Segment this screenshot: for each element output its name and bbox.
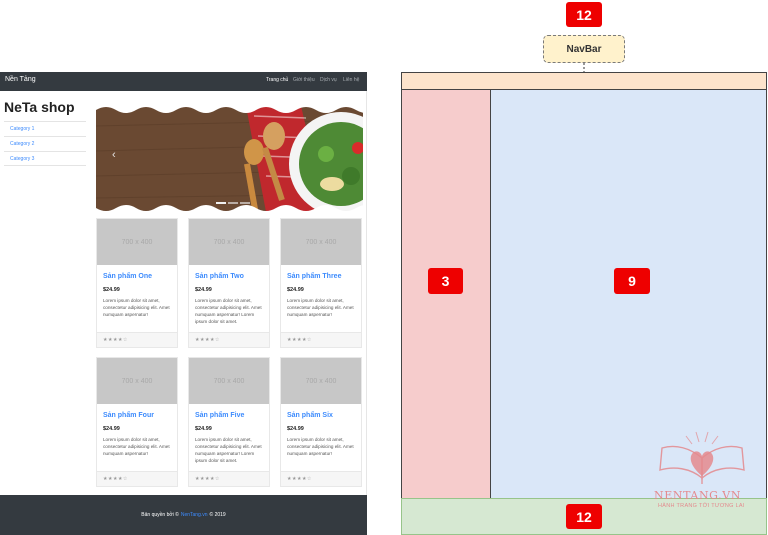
product-image[interactable]: 700 x 400 [97, 219, 177, 265]
product-description: Lorem ipsum dolor sit amet, consectetur … [195, 437, 262, 463]
product-footer: ★★★★☆ [97, 332, 177, 347]
category-item-1[interactable]: Category 1 [4, 121, 86, 136]
product-price: $24.99 [287, 287, 304, 293]
book-heart-icon [659, 431, 745, 484]
product-title[interactable]: Sản phẩm Six [287, 412, 333, 419]
diagram-left-column [401, 90, 491, 499]
rating-stars-icon: ★★★★☆ [287, 337, 312, 343]
product-card: 700 x 400 Sản phẩm Three $24.99 Lorem ip… [280, 218, 362, 348]
rating-stars-icon: ★★★★☆ [195, 337, 220, 343]
rating-stars-icon: ★★★★☆ [195, 476, 220, 482]
carousel-image [96, 106, 363, 212]
product-image[interactable]: 700 x 400 [189, 219, 269, 265]
product-price: $24.99 [195, 287, 212, 293]
nav-link-contact[interactable]: Liên hệ [343, 77, 359, 83]
product-description: Lorem ipsum dolor sit amet, consectetur … [103, 437, 170, 456]
product-description: Lorem ipsum dolor sit amet, consectetur … [103, 298, 170, 317]
product-image[interactable]: 700 x 400 [189, 358, 269, 404]
product-footer: ★★★★☆ [189, 332, 269, 347]
page-footer: Bản quyền bởi © NenTang.vn © 2019 [0, 495, 367, 535]
product-description: Lorem ipsum dolor sit amet, consectetur … [195, 298, 262, 324]
product-title[interactable]: Sản phẩm Two [195, 273, 244, 280]
nav-link-home[interactable]: Trang chủ [266, 77, 288, 83]
product-card: 700 x 400 Sản phẩm Four $24.99 Lorem ips… [96, 357, 178, 487]
product-image[interactable]: 700 x 400 [281, 219, 361, 265]
nav-link-about[interactable]: Giới thiệu [293, 77, 315, 83]
category-item-2[interactable]: Category 2 [4, 136, 86, 151]
footer-link[interactable]: NenTang.vn [181, 512, 208, 518]
product-price: $24.99 [287, 426, 304, 432]
column-count-badge-top: 12 [566, 2, 602, 27]
shop-page-mockup: Nền Tảng Trang chủ Giới thiệu Dịch vụ Li… [0, 72, 367, 535]
product-price: $24.99 [103, 287, 120, 293]
navbar-label: NavBar [543, 35, 625, 63]
product-description: Lorem ipsum dolor sit amet, consectetur … [287, 437, 354, 456]
carousel-indicator[interactable] [240, 202, 250, 204]
product-description: Lorem ipsum dolor sit amet, consectetur … [287, 298, 354, 317]
watermark-name: NENTANG.VN [654, 489, 742, 502]
footer-copyright-prefix: Bản quyền bởi © [141, 512, 179, 518]
product-card: 700 x 400 Sản phẩm Two $24.99 Lorem ipsu… [188, 218, 270, 348]
product-title[interactable]: Sản phẩm One [103, 273, 152, 280]
diagram-navbar-region [401, 72, 767, 90]
product-image[interactable]: 700 x 400 [281, 358, 361, 404]
product-footer: ★★★★☆ [189, 471, 269, 486]
product-image[interactable]: 700 x 400 [97, 358, 177, 404]
navbar-brand[interactable]: Nền Tảng [5, 76, 36, 83]
column-count-badge-footer: 12 [566, 504, 602, 529]
product-footer: ★★★★☆ [97, 471, 177, 486]
product-title[interactable]: Sản phẩm Three [287, 273, 341, 280]
rating-stars-icon: ★★★★☆ [287, 476, 312, 482]
rating-stars-icon: ★★★★☆ [103, 337, 128, 343]
nav-link-services[interactable]: Dịch vụ [320, 77, 337, 83]
product-price: $24.99 [195, 426, 212, 432]
column-count-badge-main: 9 [614, 268, 650, 294]
product-card: 700 x 400 Sản phẩm Five $24.99 Lorem ips… [188, 357, 270, 487]
product-title[interactable]: Sản phẩm Five [195, 412, 244, 419]
hero-carousel[interactable]: ‹ [96, 106, 363, 212]
column-count-badge-left: 3 [428, 268, 463, 294]
category-item-3[interactable]: Category 3 [4, 151, 86, 166]
footer-copyright-year: © 2019 [209, 512, 226, 518]
product-title[interactable]: Sản phẩm Four [103, 412, 154, 419]
carousel-indicator[interactable] [216, 202, 226, 204]
product-footer: ★★★★☆ [281, 332, 361, 347]
product-footer: ★★★★☆ [281, 471, 361, 486]
product-card: 700 x 400 Sản phẩm One $24.99 Lorem ipsu… [96, 218, 178, 348]
product-card: 700 x 400 Sản phẩm Six $24.99 Lorem ipsu… [280, 357, 362, 487]
carousel-indicator[interactable] [228, 202, 238, 204]
rating-stars-icon: ★★★★☆ [103, 476, 128, 482]
shop-title: NeTa shop [4, 99, 75, 115]
category-list: Category 1 Category 2 Category 3 [4, 121, 86, 166]
product-price: $24.99 [103, 426, 120, 432]
carousel-prev-icon[interactable]: ‹ [112, 149, 116, 161]
watermark-slogan: HÀNH TRANG TỚI TƯƠNG LAI [658, 503, 745, 509]
top-navbar: Nền Tảng Trang chủ Giới thiệu Dịch vụ Li… [0, 72, 367, 91]
